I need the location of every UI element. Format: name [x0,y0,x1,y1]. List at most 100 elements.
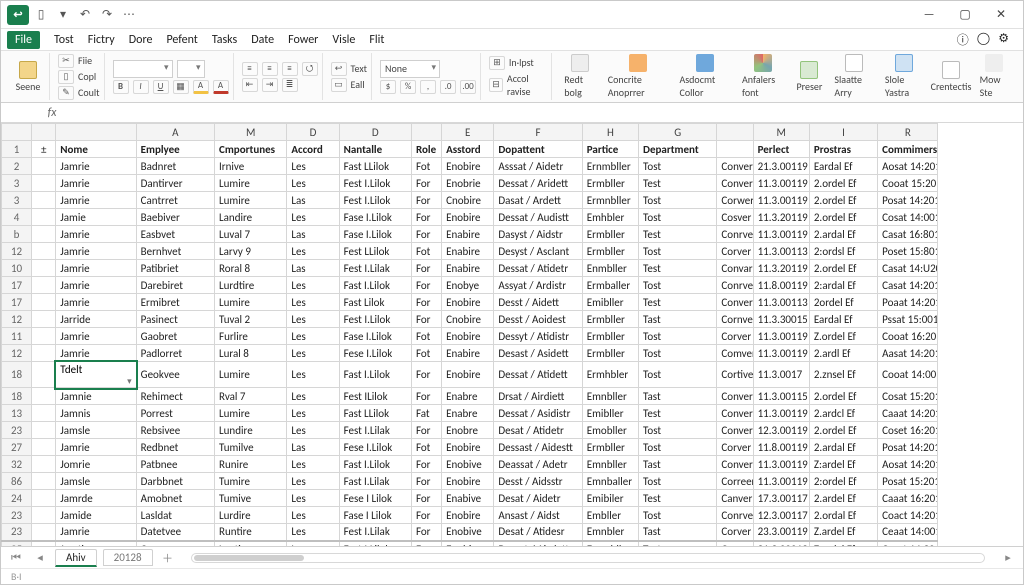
sheet-nav-prev-icon[interactable]: ◂ [31,551,49,564]
row-header[interactable]: 17 [2,294,32,311]
qat-redo-icon[interactable]: ↷ [97,5,117,25]
cell[interactable]: Lundire [215,422,287,439]
table-header-cell[interactable]: Commimers [878,141,938,158]
cell[interactable]: Jamrie [56,192,136,209]
cell[interactable]: Padlorret [136,345,214,362]
cell[interactable]: Enobrie [442,175,494,192]
cell[interactable]: Dessat / Audistt [494,209,582,226]
cell[interactable]: Dessat / Atidetr [494,260,582,277]
cell[interactable]: Lasldat [136,507,214,524]
valign-button[interactable]: ≣ [282,78,298,92]
cell[interactable]: Lumire [215,294,287,311]
row-header[interactable]: 11 [2,328,32,345]
row-header[interactable]: 86 [2,473,32,490]
cell[interactable]: Cooat 14:0019 [878,362,938,388]
cell[interactable]: Poaat 14:2019 [878,294,938,311]
row-header[interactable]: 23 [2,507,32,524]
cell[interactable]: 11.3.00119 [753,456,809,473]
cell[interactable]: Tost [639,422,717,439]
cell[interactable]: Jamrie [56,158,136,175]
cell[interactable]: Ermbller [582,328,638,345]
cell[interactable]: For [411,311,441,328]
style2-button[interactable]: Concrite Anoprrer [604,52,672,101]
cell[interactable]: Easbvet [136,226,214,243]
increase-decimal-button[interactable]: .0 [440,80,456,94]
cell[interactable] [32,243,56,260]
cell[interactable]: Ermibret [136,294,214,311]
cell[interactable]: Asssat / Aidetr [494,158,582,175]
table-header-cell[interactable]: Dopattent [494,141,582,158]
cell[interactable]: Aosat 14:2018 [878,158,938,175]
cell[interactable]: Jamsle [56,422,136,439]
cell[interactable]: Ermbller [582,311,638,328]
cell[interactable]: 2ordel Ef [809,294,877,311]
cell[interactable]: Les [287,328,339,345]
cell[interactable]: Ermbller [582,439,638,456]
cell[interactable]: Dessast / Aidestt [494,439,582,456]
qat-more-icon[interactable]: ⋯ [119,5,139,25]
cell[interactable]: Correer [717,473,753,490]
cell[interactable] [32,192,56,209]
cell[interactable]: Ceaat 14:0019 [878,524,938,541]
cell[interactable]: Bernhvet [136,243,214,260]
cell[interactable]: Jomrie [56,456,136,473]
cell[interactable]: Lumire [215,405,287,422]
cell[interactable]: Enabire [442,345,494,362]
cell[interactable]: Jarride [56,311,136,328]
table-header-cell[interactable] [717,141,753,158]
column-header[interactable]: D [287,124,339,141]
cell[interactable]: Dantirver [136,175,214,192]
cell[interactable]: Badnret [136,158,214,175]
column-header[interactable] [717,124,753,141]
decrease-decimal-button[interactable]: .00 [460,80,476,94]
cell[interactable]: 12.3.00119 [753,422,809,439]
cell[interactable] [32,524,56,541]
cell[interactable]: Les [287,158,339,175]
cell[interactable]: Dessat / Atidett [494,362,582,388]
cell[interactable]: Coset 16:2010 [878,422,938,439]
tab-visle[interactable]: Visle [332,33,355,47]
cell[interactable]: Les [287,388,339,405]
cell[interactable]: Cosver [717,209,753,226]
cell[interactable]: For [411,422,441,439]
cell[interactable]: Z.ordel Ef [809,328,877,345]
sheet-tab-second[interactable]: 20128 [103,549,153,566]
cell[interactable]: Emibller [582,294,638,311]
cell[interactable]: Fast I.Lilok [339,277,411,294]
cell[interactable]: Comver [717,345,753,362]
cell[interactable]: Conver [717,388,753,405]
cell[interactable]: For [411,524,441,541]
table-header-cell[interactable]: Perlect [753,141,809,158]
fx-icon[interactable]: fx [41,106,63,120]
cell[interactable]: For [411,473,441,490]
cell[interactable]: Irnive [215,158,287,175]
cell[interactable]: For [411,507,441,524]
cell[interactable] [32,362,56,388]
cell[interactable]: Tuval 2 [215,311,287,328]
cell[interactable]: 2:ordsl Ef [809,243,877,260]
cell[interactable]: Fase I.Lilok [339,226,411,243]
cell[interactable]: Rebsivee [136,422,214,439]
tab-tasks[interactable]: Tasks [212,33,237,47]
cell[interactable] [32,209,56,226]
table-header-cell[interactable]: Nantalle [339,141,411,158]
cell[interactable] [32,439,56,456]
cell[interactable]: 2.znsel Ef [809,362,877,388]
cell[interactable]: 11.3.20119 [753,260,809,277]
table-header-cell[interactable]: Nome [56,141,136,158]
paste-button[interactable]: Seene [11,59,45,95]
maximize-button[interactable]: ▢ [949,4,981,26]
row-header[interactable]: 3 [2,175,32,192]
cell[interactable]: Test [639,405,717,422]
cell[interactable]: 2.ordel Ef [809,192,877,209]
cell[interactable]: Cooat 15:2018 [878,175,938,192]
column-header[interactable]: M [215,124,287,141]
user-icon[interactable]: ◯ [977,31,990,48]
cell[interactable]: Enobire [442,158,494,175]
cell[interactable] [32,260,56,277]
cell[interactable]: 11.3.00119 [753,328,809,345]
cell[interactable]: Conver [717,175,753,192]
percent-button[interactable]: % [400,80,416,94]
row-header[interactable]: 23 [2,524,32,541]
cell[interactable]: Cornver [717,311,753,328]
